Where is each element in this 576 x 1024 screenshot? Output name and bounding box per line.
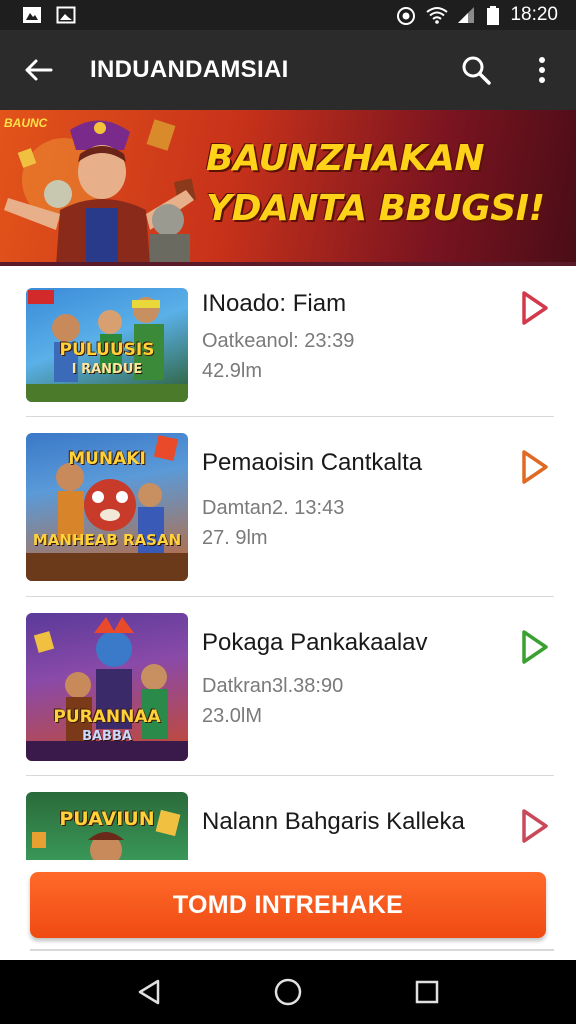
- list-item[interactable]: PUAVIUN Nalann Bahgaris Kalleka: [26, 776, 554, 860]
- game-title[interactable]: Pemaoisin Cantkalta: [202, 449, 422, 477]
- back-arrow-icon[interactable]: [18, 50, 58, 90]
- thumbnail-subtitle: I RANDUE: [71, 362, 143, 377]
- cta-container: TOMD INTREHAKE: [0, 860, 576, 960]
- app-screen: 18:20 INDUANDAMSIAI BAUNC BAUNZHAKAN YDA…: [0, 0, 576, 1024]
- cta-button[interactable]: TOMD INTREHAKE: [30, 872, 546, 938]
- location-icon: [396, 6, 416, 25]
- game-list: PULUUSIS I RANDUE INoado: Fiam Oatkeanol…: [26, 270, 554, 860]
- banner-divider: [0, 262, 576, 266]
- gallery-icon: [22, 6, 42, 24]
- banner-headline: BAUNZHAKAN YDANTA BBUGSI!: [206, 134, 566, 234]
- back-triangle-icon[interactable]: [129, 972, 169, 1012]
- game-thumbnail: PUAVIUN: [26, 792, 188, 860]
- thumbnail-title: PUAVIUN: [59, 808, 155, 830]
- home-circle-icon[interactable]: [268, 972, 308, 1012]
- banner-headline-line2: YDANTA BBUGSI!: [206, 188, 545, 229]
- wifi-icon: [426, 6, 449, 24]
- list-item[interactable]: MUNAKI MANHEAB RASAN Pemaoisin Cantkalta…: [26, 417, 554, 597]
- more-vert-icon[interactable]: [522, 50, 562, 90]
- list-item[interactable]: PULUUSIS I RANDUE INoado: Fiam Oatkeanol…: [26, 270, 554, 417]
- game-date: Damtan2. 13:43: [202, 497, 345, 519]
- signal-icon: [456, 6, 476, 24]
- banner-character-art: [4, 119, 197, 266]
- game-thumbnail: MUNAKI MANHEAB RASAN: [26, 433, 188, 581]
- play-icon[interactable]: [520, 629, 550, 665]
- thumbnail-subtitle: BABBA: [82, 729, 132, 744]
- image-icon: [56, 6, 76, 24]
- search-icon[interactable]: [456, 50, 496, 90]
- status-bar: 18:20: [0, 0, 576, 30]
- thumbnail-subtitle: MANHEAB RASAN: [32, 531, 182, 549]
- page-title: INDUANDAMSIAI: [90, 56, 289, 83]
- system-nav-bar: [0, 960, 576, 1024]
- status-time: 18:20: [510, 4, 558, 25]
- recents-square-icon[interactable]: [407, 972, 447, 1012]
- game-thumbnail: PULUUSIS I RANDUE: [26, 288, 188, 402]
- play-icon[interactable]: [520, 808, 550, 844]
- play-icon[interactable]: [520, 449, 550, 485]
- game-thumbnail: PURANNAA BABBA: [26, 613, 188, 761]
- promo-banner[interactable]: BAUNC BAUNZHAKAN YDANTA BBUGSI!: [0, 110, 576, 266]
- battery-icon: [486, 6, 500, 25]
- game-date: Datkran3l.38:90: [202, 675, 344, 697]
- banner-logo: BAUNC: [4, 116, 48, 130]
- game-size: 23.0lM: [202, 705, 263, 727]
- game-size: 42.9lm: [202, 360, 263, 382]
- list-item[interactable]: PURANNAA BABBA Pokaga Pankakaalav Datkra…: [26, 597, 554, 776]
- banner-headline-line1: BAUNZHAKAN: [206, 138, 485, 179]
- thumbnail-title: MUNAKI: [68, 449, 146, 469]
- play-icon[interactable]: [520, 290, 550, 326]
- game-title[interactable]: Nalann Bahgaris Kalleka: [202, 808, 465, 836]
- cta-divider: [30, 949, 554, 951]
- thumbnail-title: PULUUSIS: [59, 340, 155, 360]
- game-date: Oatkeanol: 23:39: [202, 330, 355, 352]
- game-size: 27. 9lm: [202, 527, 268, 549]
- app-bar: INDUANDAMSIAI: [0, 30, 576, 110]
- game-title[interactable]: Pokaga Pankakaalav: [202, 629, 428, 657]
- thumbnail-title: PURANNAA: [53, 707, 161, 727]
- game-title[interactable]: INoado: Fiam: [202, 290, 346, 318]
